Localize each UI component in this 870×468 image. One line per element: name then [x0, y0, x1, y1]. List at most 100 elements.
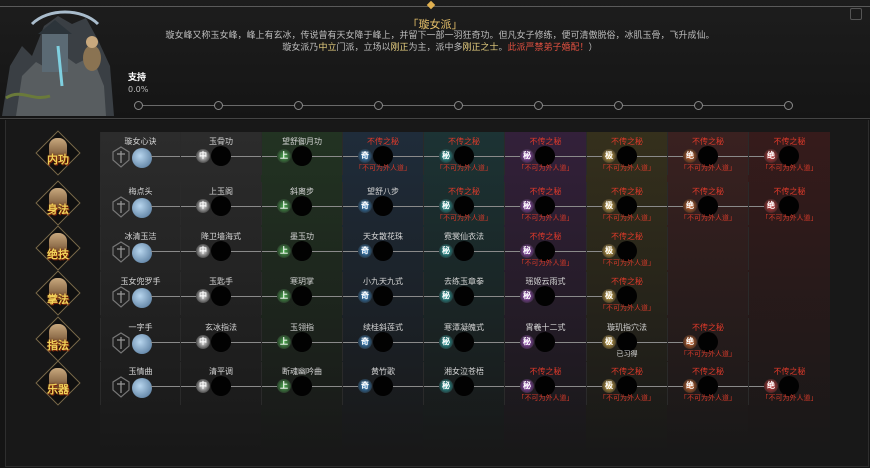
skill-hidden-icon: [373, 196, 393, 216]
category-icon[interactable]: 掌法: [35, 270, 81, 316]
skill-slot-empty: [748, 272, 830, 315]
skill-hidden-icon: [292, 286, 312, 306]
skill-cell[interactable]: 不传之秘绝「不可为外人道」: [748, 132, 830, 175]
skill-cell[interactable]: 不传之秘秘「不可为外人道」: [423, 132, 520, 175]
skill-hidden-icon: [373, 376, 393, 396]
skill-tier-badge: 奇: [358, 289, 372, 303]
header-gem-icon: [426, 0, 436, 10]
skill-cell[interactable]: 冰清玉洁: [100, 227, 196, 270]
support-track-node: [134, 101, 143, 110]
skill-cell[interactable]: 小九天九式奇: [342, 272, 439, 315]
skill-cell[interactable]: 不传之秘绝「不可为外人道」: [667, 362, 764, 405]
locked-hint: 「不可为外人道」: [517, 164, 574, 172]
skill-cell[interactable]: 墨玉功上: [261, 227, 358, 270]
skill-cell[interactable]: 不传之秘秘「不可为外人道」: [504, 182, 602, 225]
sect-emblem-icon: [111, 196, 131, 218]
skill-hidden-icon: [535, 332, 555, 352]
skill-hidden-icon: [454, 241, 474, 261]
category-icon[interactable]: 绝技: [35, 225, 81, 271]
skill-cell[interactable]: 天女散花珠奇: [342, 227, 439, 270]
skill-tier-badge: 中: [196, 289, 210, 303]
skill-tier-badge: 奇: [358, 149, 372, 163]
skill-cell[interactable]: 一字手: [100, 318, 196, 361]
skill-tier-badge: 极: [602, 149, 616, 163]
skill-cell[interactable]: 去练玉章拳秘: [423, 272, 520, 315]
skill-cell[interactable]: 不传之秘绝「不可为外人道」: [667, 182, 764, 225]
sect-description: 璇女峰又称玉女峰，峰上有玄冰，传说曾有天女降于峰上，并留下一部一羽狂奇功。但凡女…: [145, 30, 735, 54]
corner-button[interactable]: [850, 8, 862, 20]
skill-cell[interactable]: 玉骨功中: [180, 132, 277, 175]
skill-cell[interactable]: 断魂幽吟曲上: [261, 362, 358, 405]
skill-cell[interactable]: 不传之秘绝「不可为外人道」: [748, 182, 830, 225]
category-icon[interactable]: 指法: [35, 316, 81, 362]
skill-cell[interactable]: 望舒八步奇: [342, 182, 439, 225]
skill-cell[interactable]: 不传之秘秘「不可为外人道」: [504, 132, 602, 175]
locked-hint: 「不可为外人道」: [599, 304, 655, 312]
locked-hint: 「不可为外人道」: [761, 214, 818, 222]
sect-header: 「璇女派」 璇女峰又称玉女峰，峰上有玄冰，传说曾有天女降于峰上，并留下一部一羽狂…: [0, 0, 870, 119]
skill-tier-badge: 奇: [358, 335, 372, 349]
skill-cell[interactable]: 不传之秘奇「不可为外人道」: [342, 132, 439, 175]
skill-tier-badge: 绝: [764, 379, 778, 393]
skill-tier-badge: 上: [277, 244, 291, 258]
skill-cell[interactable]: 不传之秘绝「不可为外人道」: [667, 132, 764, 175]
skill-cell[interactable]: 不传之秘极「不可为外人道」: [586, 132, 683, 175]
category-icon[interactable]: 身法: [35, 180, 81, 226]
locked-hint: 「不可为外人道」: [436, 164, 492, 172]
skill-cell[interactable]: 不传之秘极「不可为外人道」: [586, 272, 667, 315]
skill-cell[interactable]: 不传之秘绝「不可为外人道」: [667, 318, 748, 361]
skill-cell[interactable]: 不传之秘绝「不可为外人道」: [748, 362, 830, 405]
skill-cell[interactable]: 不传之秘秘「不可为外人道」: [504, 227, 602, 270]
skill-cell[interactable]: 瑶姬云雨式秘: [504, 272, 602, 315]
skill-cell[interactable]: 玄冰指法中: [180, 318, 277, 361]
skill-cell[interactable]: 璇玑指穴法极已习得: [586, 318, 683, 361]
skill-cell[interactable]: 寒潭凝魄式秘: [423, 318, 520, 361]
skill-cell[interactable]: 清平调中: [180, 362, 277, 405]
skill-cell[interactable]: 黄竹歌奇: [342, 362, 439, 405]
skill-cell[interactable]: 璇女心诀: [100, 132, 196, 175]
skill-cell[interactable]: 玉女兜罗手: [100, 272, 196, 315]
skill-cell[interactable]: 玉情曲: [100, 362, 196, 405]
skill-cell[interactable]: 降卫墙海式中: [180, 227, 277, 270]
skill-cell[interactable]: 不传之秘极「不可为外人道」: [586, 227, 667, 270]
skill-cell[interactable]: 不传之秘极「不可为外人道」: [586, 362, 683, 405]
skill-tier-badge: 中: [196, 335, 210, 349]
skill-cell[interactable]: 霓裳仙衣法秘: [423, 227, 520, 270]
skill-cell[interactable]: 梅点头: [100, 182, 196, 225]
skill-cell[interactable]: 玉翎指上: [261, 318, 358, 361]
skill-icon: [132, 288, 152, 308]
skill-tier-badge: 上: [277, 199, 291, 213]
learned-status: 已习得: [616, 350, 638, 358]
sect-emblem-icon: [111, 241, 131, 263]
skill-tier-badge: 绝: [764, 149, 778, 163]
skill-cell[interactable]: 续桂斜莲式奇: [342, 318, 439, 361]
support-progress-track: [138, 105, 790, 106]
locked-hint: 「不可为外人道」: [680, 350, 736, 358]
skill-hidden-icon: [211, 196, 231, 216]
locked-hint: 「不可为外人道」: [680, 164, 736, 172]
support-track-node: [694, 101, 703, 110]
skill-cell[interactable]: 斜离步上: [261, 182, 358, 225]
skill-cell[interactable]: 玉匙手中: [180, 272, 277, 315]
category-icon[interactable]: 内功: [35, 130, 81, 176]
category-label: 内功: [47, 153, 69, 166]
skill-icon: [132, 198, 152, 218]
skill-cell[interactable]: 不传之秘极「不可为外人道」: [586, 182, 683, 225]
skill-cell[interactable]: 霄羲十二式秘: [504, 318, 602, 361]
skill-tier-badge: 绝: [683, 199, 697, 213]
support-percent: 0.0%: [128, 85, 149, 94]
skill-cell[interactable]: 上玉阁中: [180, 182, 277, 225]
skill-cell[interactable]: 不传之秘秘「不可为外人道」: [423, 182, 520, 225]
locked-hint: 「不可为外人道」: [680, 394, 736, 402]
skill-tier-badge: 极: [602, 379, 616, 393]
desc-alignment: 中立: [318, 43, 337, 53]
desc-stance: 刚正: [390, 43, 409, 53]
skill-cell[interactable]: 望舒御月功上: [261, 132, 358, 175]
locked-hint: 「不可为外人道」: [680, 214, 736, 222]
skill-cell[interactable]: 不传之秘秘「不可为外人道」: [504, 362, 602, 405]
skill-cell[interactable]: 湘女泣苍梧秘: [423, 362, 520, 405]
category-icon[interactable]: 乐器: [35, 360, 81, 406]
skill-cell[interactable]: 寒玥掌上: [261, 272, 358, 315]
skill-tier-badge: 秘: [520, 379, 534, 393]
locked-hint: 「不可为外人道」: [599, 214, 655, 222]
